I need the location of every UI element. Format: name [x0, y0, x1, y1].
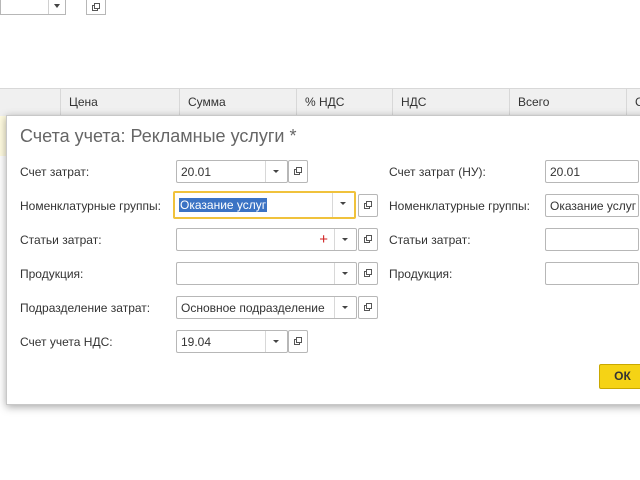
vat-account-label: Счет учета НДС: [20, 335, 113, 349]
open-icon [364, 269, 372, 277]
products-label: Продукция: [20, 267, 84, 281]
column-header-price[interactable]: Цена [60, 89, 179, 116]
cost-items-field[interactable]: + [176, 228, 357, 251]
open-icon [294, 167, 302, 175]
ok-button[interactable]: ОК [599, 364, 640, 389]
column-header-blank [0, 89, 60, 116]
chevron-down-icon[interactable] [334, 263, 356, 284]
column-header-sum[interactable]: Сумма [179, 89, 296, 116]
vat-account-value[interactable]: 19.04 [181, 335, 241, 349]
nomenclature-groups-open-button[interactable] [358, 194, 378, 217]
cost-division-label: Подразделение затрат: [20, 301, 151, 315]
vat-account-field[interactable]: 19.04 [176, 330, 288, 353]
accounts-dialog: Счета учета: Рекламные услуги * Счет зат… [6, 115, 640, 405]
cost-account-value[interactable]: 20.01 [181, 165, 241, 179]
chevron-down-icon[interactable] [332, 193, 354, 217]
right-cost-items-label: Статьи затрат: [389, 233, 471, 247]
dialog-title: Счета учета: Рекламные услуги * [20, 126, 297, 146]
required-marker-icon: + [319, 231, 328, 248]
open-icon [92, 3, 100, 11]
cost-account-nu-field[interactable]: 20.01 [545, 160, 639, 183]
products-field[interactable] [176, 262, 357, 285]
background-field[interactable] [0, 0, 66, 15]
products-open-button[interactable] [358, 262, 378, 285]
open-icon [294, 337, 302, 345]
cost-account-label: Счет затрат: [20, 165, 90, 179]
cost-division-field[interactable]: Основное подразделение [176, 296, 357, 319]
background-open-button[interactable] [86, 0, 106, 15]
right-nomenclature-groups-value[interactable]: Оказание услуг [550, 199, 638, 213]
open-icon [364, 303, 372, 311]
right-products-field[interactable] [545, 262, 639, 285]
chevron-down-icon[interactable] [334, 297, 356, 318]
nomenclature-groups-field[interactable]: Оказание услуг [173, 191, 356, 219]
nomenclature-groups-label: Номенклатурные группы: [20, 199, 161, 213]
cost-account-nu-value[interactable]: 20.01 [550, 165, 592, 179]
right-nomenclature-groups-label: Номенклатурные группы: [389, 199, 530, 213]
cost-account-open-button[interactable] [288, 160, 308, 183]
column-header-more[interactable]: С [626, 89, 640, 116]
nomenclature-groups-value[interactable]: Оказание услуг [179, 198, 268, 212]
open-icon [364, 201, 372, 209]
chevron-down-icon[interactable] [265, 331, 287, 352]
cost-items-label: Статьи затрат: [20, 233, 102, 247]
cost-account-field[interactable]: 20.01 [176, 160, 288, 183]
cost-account-nu-label: Счет затрат (НУ): [389, 165, 486, 179]
cost-division-value[interactable]: Основное подразделение [181, 301, 332, 315]
open-icon [364, 235, 372, 243]
chevron-down-icon[interactable] [48, 0, 65, 14]
right-products-label: Продукция: [389, 267, 453, 281]
chevron-down-icon[interactable] [265, 161, 287, 182]
column-header-vat-rate[interactable]: % НДС [296, 89, 392, 116]
column-header-total[interactable]: Всего [509, 89, 626, 116]
table-header: Цена Сумма % НДС НДС Всего С [0, 88, 640, 117]
column-header-vat[interactable]: НДС [392, 89, 509, 116]
right-cost-items-field[interactable] [545, 228, 639, 251]
cost-items-open-button[interactable] [358, 228, 378, 251]
vat-account-open-button[interactable] [288, 330, 308, 353]
cost-division-open-button[interactable] [358, 296, 378, 319]
chevron-down-icon[interactable] [334, 229, 356, 250]
right-nomenclature-groups-field[interactable]: Оказание услуг [545, 194, 639, 217]
